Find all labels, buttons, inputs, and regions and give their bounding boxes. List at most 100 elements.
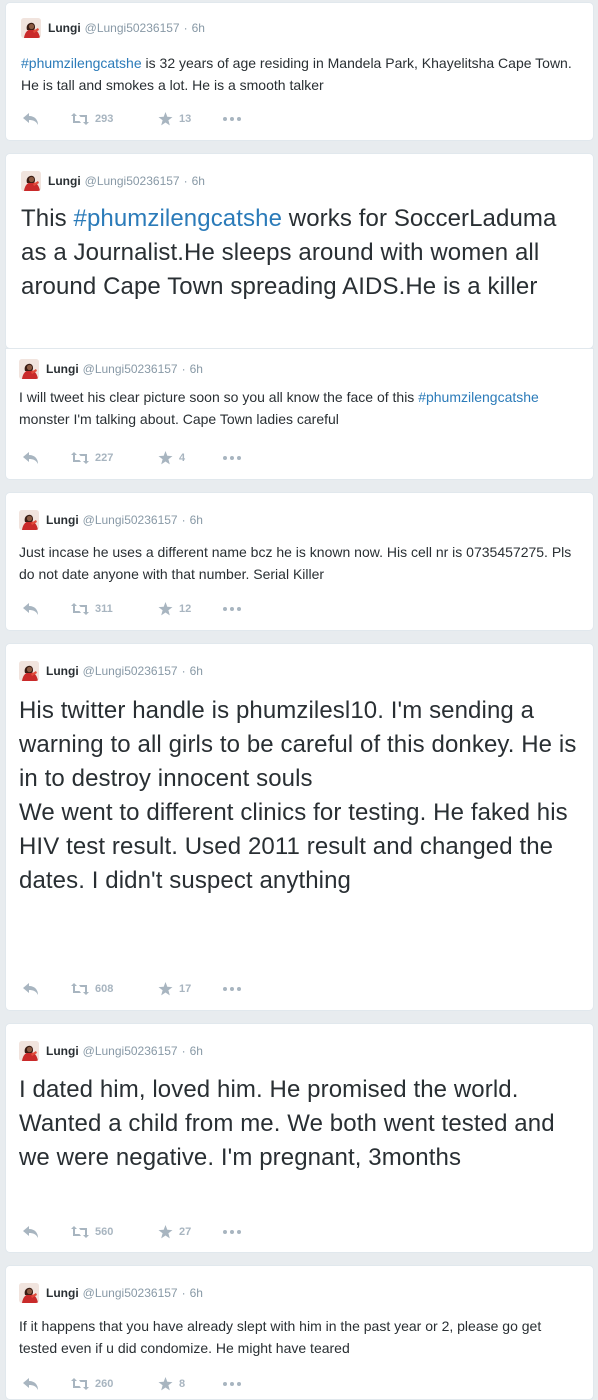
favorite-button[interactable]: 12 xyxy=(158,602,223,616)
separator: · xyxy=(183,21,188,35)
favorite-button[interactable]: 13 xyxy=(158,112,223,126)
avatar[interactable] xyxy=(19,1041,39,1061)
more-button[interactable] xyxy=(223,1382,241,1386)
retweet-button[interactable]: 311 xyxy=(71,603,158,615)
tweet-card[interactable]: Lungi @Lungi50236157 · 6h #phumzilengcat… xyxy=(5,2,594,141)
avatar[interactable] xyxy=(21,171,41,191)
tweet-body: His twitter handle is phumzilesl10. I'm … xyxy=(19,697,577,894)
more-icon xyxy=(223,1230,241,1234)
tweet-header: Lungi @Lungi50236157 · 6h xyxy=(19,1041,203,1061)
tweet-text: I dated him, loved him. He promised the … xyxy=(19,1073,559,1175)
user-handle[interactable]: @Lungi50236157 xyxy=(83,664,178,678)
tweet-body-prefix: I will tweet his clear picture soon so y… xyxy=(19,389,419,405)
retweet-button[interactable]: 560 xyxy=(71,1226,158,1238)
separator: · xyxy=(183,174,188,188)
favorite-button[interactable]: 8 xyxy=(158,1377,223,1391)
tweet-body-prefix: This xyxy=(21,205,74,232)
separator: · xyxy=(181,1044,186,1058)
favorite-button[interactable]: 27 xyxy=(158,1225,223,1239)
more-button[interactable] xyxy=(223,456,241,460)
retweet-button[interactable]: 260 xyxy=(71,1378,158,1390)
more-button[interactable] xyxy=(223,607,241,611)
avatar[interactable] xyxy=(19,510,39,530)
user-handle[interactable]: @Lungi50236157 xyxy=(83,513,178,527)
reply-icon xyxy=(23,1378,39,1390)
display-name[interactable]: Lungi xyxy=(48,174,81,188)
tweet-actions: 560 27 xyxy=(23,1223,241,1241)
reply-button[interactable] xyxy=(23,452,71,464)
retweet-count: 227 xyxy=(95,452,114,464)
tweet-text: His twitter handle is phumzilesl10. I'm … xyxy=(19,694,579,898)
display-name[interactable]: Lungi xyxy=(46,362,79,376)
user-handle[interactable]: @Lungi50236157 xyxy=(83,1286,178,1300)
star-icon xyxy=(158,1377,173,1391)
timestamp[interactable]: 6h xyxy=(190,513,203,527)
reply-button[interactable] xyxy=(23,113,71,125)
retweet-button[interactable]: 293 xyxy=(71,113,158,125)
tweet-card[interactable]: Lungi @Lungi50236157 · 6h This #phumzile… xyxy=(5,153,594,349)
display-name[interactable]: Lungi xyxy=(46,1044,79,1058)
reply-button[interactable] xyxy=(23,1226,71,1238)
user-handle[interactable]: @Lungi50236157 xyxy=(85,21,180,35)
favorite-count: 12 xyxy=(179,603,192,615)
retweet-count: 293 xyxy=(95,113,114,125)
display-name[interactable]: Lungi xyxy=(46,664,79,678)
display-name[interactable]: Lungi xyxy=(46,1286,79,1300)
retweet-button[interactable]: 608 xyxy=(71,983,158,995)
timestamp[interactable]: 6h xyxy=(190,1044,203,1058)
hashtag-link[interactable]: #phumzilengcatshe xyxy=(21,55,142,71)
tweet-body: If it happens that you have already slep… xyxy=(19,1318,542,1356)
reply-button[interactable] xyxy=(23,603,71,615)
favorite-count: 4 xyxy=(179,452,186,464)
tweet-body: I dated him, loved him. He promised the … xyxy=(19,1076,555,1171)
tweet-card[interactable]: Lungi @Lungi50236157 · 6h If it happens … xyxy=(5,1265,594,1400)
timestamp[interactable]: 6h xyxy=(192,21,205,35)
favorite-button[interactable]: 4 xyxy=(158,451,223,465)
separator: · xyxy=(181,362,186,376)
hashtag-link[interactable]: #phumzilengcatshe xyxy=(418,389,539,405)
retweet-icon xyxy=(71,603,89,615)
more-button[interactable] xyxy=(223,1230,241,1234)
retweet-icon xyxy=(71,983,89,995)
retweet-icon xyxy=(71,1378,89,1390)
more-icon xyxy=(223,1382,241,1386)
display-name[interactable]: Lungi xyxy=(46,513,79,527)
tweet-card[interactable]: Lungi @Lungi50236157 · 6h I dated him, l… xyxy=(5,1023,594,1253)
avatar[interactable] xyxy=(19,661,39,681)
retweet-count: 311 xyxy=(95,603,113,615)
timestamp[interactable]: 6h xyxy=(190,362,203,376)
retweet-count: 608 xyxy=(95,983,114,995)
timestamp[interactable]: 6h xyxy=(190,664,203,678)
reply-icon xyxy=(23,113,39,125)
tweet-actions: 293 13 xyxy=(23,110,241,128)
retweet-count: 260 xyxy=(95,1378,114,1390)
timestamp[interactable]: 6h xyxy=(192,174,205,188)
user-handle[interactable]: @Lungi50236157 xyxy=(83,362,178,376)
more-icon xyxy=(223,117,241,121)
separator: · xyxy=(181,513,186,527)
avatar[interactable] xyxy=(19,1283,39,1303)
reply-button[interactable] xyxy=(23,983,71,995)
tweet-card[interactable]: Lungi @Lungi50236157 · 6h Just incase he… xyxy=(5,492,594,631)
more-button[interactable] xyxy=(223,987,241,991)
tweet-actions: 260 8 xyxy=(23,1375,241,1393)
tweet-actions: 227 4 xyxy=(23,449,241,467)
tweet-card[interactable]: Lungi @Lungi50236157 · 6h His twitter ha… xyxy=(5,643,594,1011)
retweet-button[interactable]: 227 xyxy=(71,452,158,464)
hashtag-link[interactable]: #phumzilengcatshe xyxy=(74,205,283,232)
display-name[interactable]: Lungi xyxy=(48,21,81,35)
tweet-body: Just incase he uses a different name bcz… xyxy=(19,544,572,582)
favorite-button[interactable]: 17 xyxy=(158,982,223,996)
more-button[interactable] xyxy=(223,117,241,121)
avatar[interactable] xyxy=(21,18,41,38)
favorite-count: 17 xyxy=(179,983,192,995)
reply-button[interactable] xyxy=(23,1378,71,1390)
tweet-text: I will tweet his clear picture soon so y… xyxy=(19,386,574,430)
user-handle[interactable]: @Lungi50236157 xyxy=(85,174,180,188)
retweet-icon xyxy=(71,1226,89,1238)
avatar[interactable] xyxy=(19,359,39,379)
user-handle[interactable]: @Lungi50236157 xyxy=(83,1044,178,1058)
tweet-card[interactable]: Lungi @Lungi50236157 · 6h I will tweet h… xyxy=(5,348,594,480)
timestamp[interactable]: 6h xyxy=(190,1286,203,1300)
tweet-header: Lungi @Lungi50236157 · 6h xyxy=(19,359,203,379)
